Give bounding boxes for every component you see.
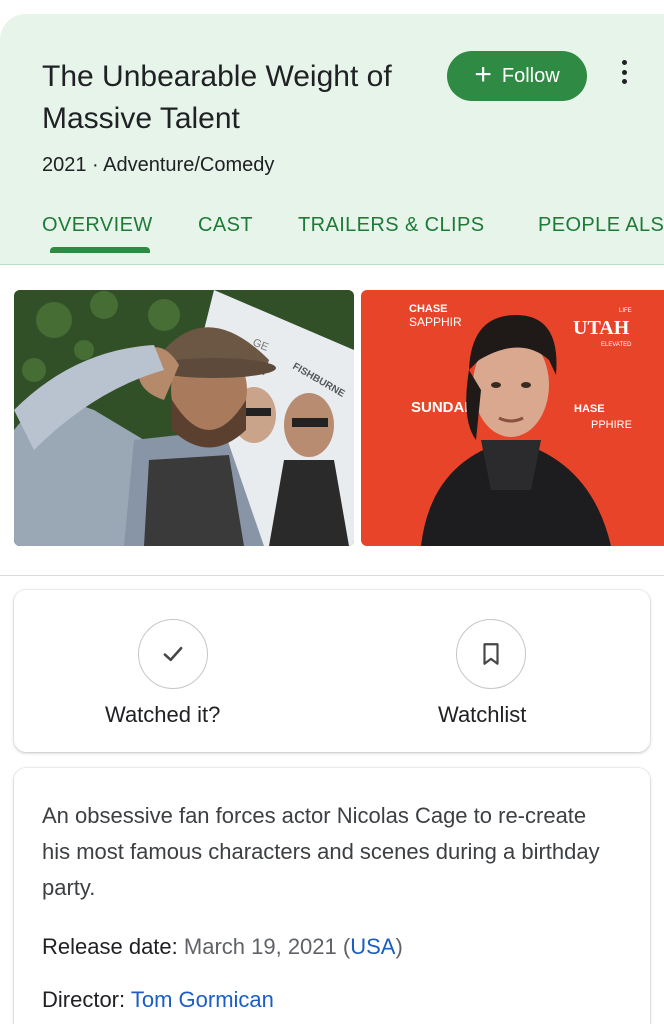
tab-bar: OVERVIEW CAST TRAILERS & CLIPS PEOPLE AL… bbox=[0, 210, 664, 265]
movie-description: An obsessive fan forces actor Nicolas Ca… bbox=[42, 803, 600, 900]
sponsor-text-3: HASE bbox=[574, 403, 605, 415]
bookmark-icon bbox=[456, 619, 526, 689]
director-link[interactable]: Tom Gormican bbox=[131, 987, 274, 1012]
director-row: Director: Tom Gormican bbox=[42, 987, 274, 1013]
check-icon bbox=[138, 619, 208, 689]
sponsor-text-2: SAPPHIR bbox=[409, 315, 462, 329]
more-vert-icon[interactable] bbox=[612, 58, 636, 86]
watched-it-button[interactable]: Watched it? bbox=[24, 590, 324, 752]
movie-info-card: An obsessive fan forces actor Nicolas Ca… bbox=[14, 768, 650, 1024]
movie-title: The Unbearable Weight of Massive Talent bbox=[42, 60, 392, 135]
movie-image-2[interactable]: CHASE SAPPHIR LIFE UTAH ELEVATED SUNDANC… bbox=[361, 290, 664, 546]
movie-meta: 2021 · Adventure/Comedy bbox=[42, 154, 275, 176]
release-date-label: Release date: bbox=[42, 934, 178, 959]
user-actions-card: Watched it? Watchlist bbox=[14, 590, 650, 752]
tab-overview[interactable]: OVERVIEW bbox=[42, 210, 153, 265]
follow-label: Follow bbox=[501, 64, 560, 87]
release-country-link[interactable]: USA bbox=[350, 934, 395, 959]
release-paren-close: ) bbox=[395, 934, 403, 959]
knowledge-panel: The Unbearable Weight of Massive Talent … bbox=[0, 0, 664, 1024]
watchlist-button[interactable]: Watchlist bbox=[340, 590, 640, 752]
utah-life-text: LIFE bbox=[619, 308, 632, 314]
sponsor-text-1: CHASE bbox=[409, 303, 448, 315]
utah-logo-text: UTAH bbox=[573, 317, 630, 339]
tab-people-also-search[interactable]: PEOPLE ALSO SEARCH FOR bbox=[538, 210, 664, 265]
release-date-value: March 19, 2021 bbox=[183, 934, 337, 959]
sponsor-text-4: PPHIRE bbox=[591, 419, 632, 431]
tab-trailers-clips[interactable]: TRAILERS & CLIPS bbox=[298, 210, 484, 265]
follow-button[interactable]: + Follow bbox=[447, 51, 587, 101]
release-date-row: Release date: March 19, 2021 (USA) bbox=[42, 934, 403, 960]
utah-elevated-text: ELEVATED bbox=[601, 342, 632, 348]
watched-it-label: Watched it? bbox=[105, 702, 221, 727]
watchlist-label: Watchlist bbox=[438, 702, 527, 727]
header-panel: The Unbearable Weight of Massive Talent … bbox=[0, 14, 664, 265]
movie-image-1[interactable]: GE FISHBURNE bbox=[14, 290, 354, 546]
director-label: Director: bbox=[42, 987, 126, 1012]
tab-cast[interactable]: CAST bbox=[198, 210, 253, 265]
plus-icon: + bbox=[474, 57, 492, 91]
section-divider bbox=[0, 575, 664, 576]
active-tab-indicator bbox=[50, 247, 150, 253]
